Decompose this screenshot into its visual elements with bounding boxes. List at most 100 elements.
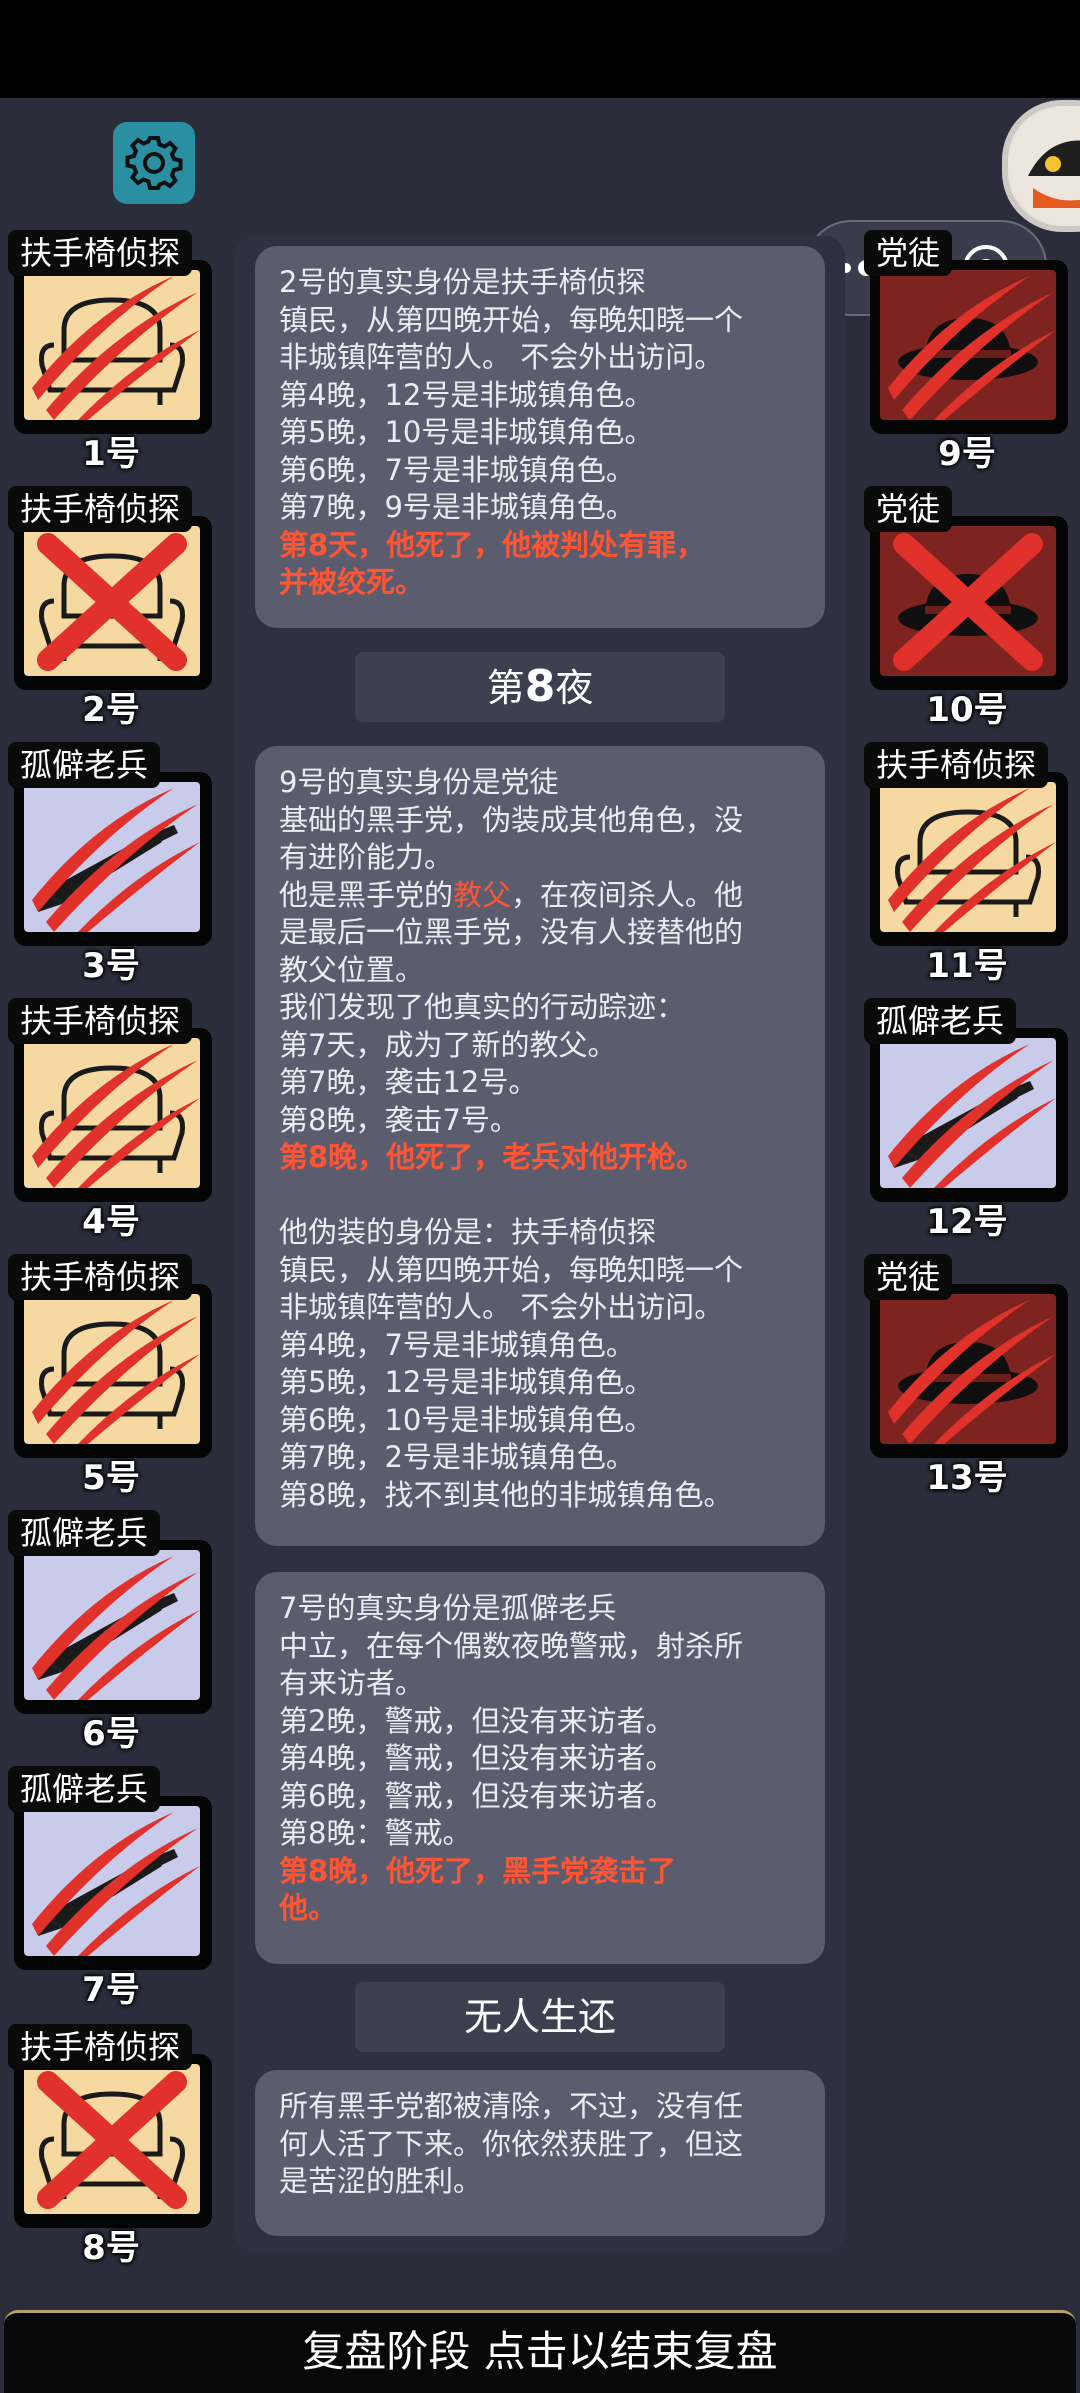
player-avatar[interactable] [1002,100,1080,232]
player-card[interactable]: 扶手椅侦探 4号 [8,998,214,1242]
log-line: 第4晚，警戒，但没有来访者。 [279,1741,675,1775]
log-line: 有进阶能力。 [279,840,454,874]
player-number: 12号 [926,1202,1008,1242]
night-prefix: 第 [486,666,525,710]
log-line: 第2晚，警戒，但没有来访者。 [279,1703,675,1738]
log-line: 镇民，从第四晚开始，每晚知晓一个 [279,1252,744,1287]
log-line: 第7晚，2号是非城镇角色。 [279,1440,635,1474]
role-label: 孤僻老兵 [8,1766,161,1812]
log-line: 2号的真实身份是扶手椅侦探 [279,265,646,299]
log-line: 第8晚，找不到其他的非城镇角色。 [279,1477,733,1512]
role-art [24,270,200,420]
death-line: 第8晚，他死了，老兵对他开枪。 [279,1140,706,1174]
log-line: 第6晚，7号是非城镇角色。 [279,452,635,487]
log-line: 非城镇阵营的人。 不会外出访问。 [279,1290,724,1324]
log-spacer [279,1177,801,1215]
role-label: 党徒 [864,1254,953,1300]
role-art [880,1038,1056,1188]
log-entry-player-9: 9号的真实身份是党徒 基础的黑手党，伪装成其他角色，没 有进阶能力。 他是黑手党… [255,746,825,1546]
log-entry-player-2: 2号的真实身份是扶手椅侦探 镇民，从第四晚开始，每晚知晓一个 非城镇阵营的人。 … [255,246,825,628]
player-number: 10号 [926,690,1008,730]
gear-icon [125,136,183,190]
role-label: 扶手椅侦探 [8,486,193,532]
log-line: 第7晚，袭击12号。 [279,1065,538,1099]
log-line: 是苦涩的胜利。 [279,2164,483,2198]
player-card[interactable]: 扶手椅侦探 1号 [8,230,214,474]
player-card[interactable]: 扶手椅侦探 11号 [864,742,1070,986]
log-line: 第8晚：警戒。 [279,1816,472,1850]
player-number: 4号 [82,1202,140,1242]
player-card[interactable]: 孤僻老兵 7号 [8,1766,214,2010]
log-text: 他是黑手党的 [279,877,454,912]
log-line: 第5晚，10号是非城镇角色。 [279,415,654,449]
role-art [880,526,1056,676]
log-line: 他是黑手党的教父，在夜间杀人。他 [279,877,801,915]
role-art [24,2064,200,2214]
log-text: ，在夜间杀人。他 [511,877,744,912]
player-card[interactable]: 党徒 9号 [864,230,1070,474]
settings-button[interactable] [113,122,195,204]
player-number: 8号 [82,2228,140,2268]
role-art [24,1806,200,1956]
end-review-button[interactable]: 复盘阶段 点击以结束复盘 [4,2310,1076,2393]
player-card[interactable]: 扶手椅侦探 5号 [8,1254,214,1498]
player-card[interactable]: 孤僻老兵 3号 [8,742,214,986]
log-line: 所有黑手党都被清除，不过，没有任 [279,2089,744,2123]
death-line: 他。 [279,1891,338,1925]
role-art [24,1294,200,1444]
log-line: 是最后一位黑手党，没有人接替他的 [279,915,744,949]
death-line: 第8晚，他死了，黑手党袭击了 [279,1853,677,1888]
log-line: 何人活了下来。你依然获胜了，但这 [279,2126,744,2161]
death-line: 并被绞死。 [279,565,425,599]
night-divider: 第8夜 [355,652,725,722]
player-number: 6号 [82,1714,140,1754]
log-line: 7号的真实身份是孤僻老兵 [279,1591,617,1625]
log-line: 我们发现了他真实的行动踪迹： [279,990,686,1024]
role-art [880,270,1056,420]
night-number: 8 [524,661,556,712]
godfather-highlight: 教父 [453,877,512,912]
role-label: 扶手椅侦探 [8,1254,193,1300]
status-bar [0,0,1080,98]
player-card[interactable]: 党徒 10号 [864,486,1070,730]
role-label: 扶手椅侦探 [8,998,193,1044]
player-card[interactable]: 孤僻老兵 6号 [8,1510,214,1754]
role-label: 孤僻老兵 [8,742,161,788]
role-art [880,782,1056,932]
role-art [24,526,200,676]
player-number: 11号 [926,946,1008,986]
end-divider: 无人生还 [355,1982,725,2052]
player-card[interactable]: 扶手椅侦探 2号 [8,486,214,730]
player-number: 7号 [82,1970,140,2010]
role-label: 孤僻老兵 [864,998,1017,1044]
role-label: 扶手椅侦探 [864,742,1049,788]
log-line: 第7天，成为了新的教父。 [279,1027,617,1062]
role-art [880,1294,1056,1444]
player-card[interactable]: 孤僻老兵 12号 [864,998,1070,1242]
role-art [24,1038,200,1188]
log-line: 基础的黑手党，伪装成其他角色，没 [279,802,744,837]
role-label: 孤僻老兵 [8,1510,161,1556]
log-entry-player-7: 7号的真实身份是孤僻老兵 中立，在每个偶数夜晚警戒，射杀所 有来访者。 第2晚，… [255,1572,825,1964]
player-card[interactable]: 扶手椅侦探 8号 [8,2024,214,2268]
player-card[interactable]: 党徒 13号 [864,1254,1070,1498]
log-line: 镇民，从第四晚开始，每晚知晓一个 [279,302,744,337]
log-line: 中立，在每个偶数夜晚警戒，射杀所 [279,1628,744,1663]
log-line: 9号的真实身份是党徒 [279,765,559,799]
log-line: 教父位置。 [279,952,425,987]
log-line: 第6晚，10号是非城镇角色。 [279,1402,654,1437]
role-art [24,782,200,932]
player-number: 2号 [82,690,140,730]
role-label: 党徒 [864,230,953,276]
log-line: 第4晚，12号是非城镇角色。 [279,377,654,412]
log-entry-result: 所有黑手党都被清除，不过，没有任 何人活了下来。你依然获胜了，但这 是苦涩的胜利… [255,2070,825,2236]
role-label: 扶手椅侦探 [8,230,193,276]
player-number: 5号 [82,1458,140,1498]
role-label: 扶手椅侦探 [8,2024,193,2070]
night-suffix: 夜 [555,666,594,710]
role-label: 党徒 [864,486,953,532]
log-line: 他伪装的身份是：扶手椅侦探 [279,1215,657,1249]
death-line: 第8天，他死了，他被判处有罪， [279,527,706,562]
player-number: 9号 [938,434,996,474]
log-line: 第4晚，7号是非城镇角色。 [279,1327,635,1362]
